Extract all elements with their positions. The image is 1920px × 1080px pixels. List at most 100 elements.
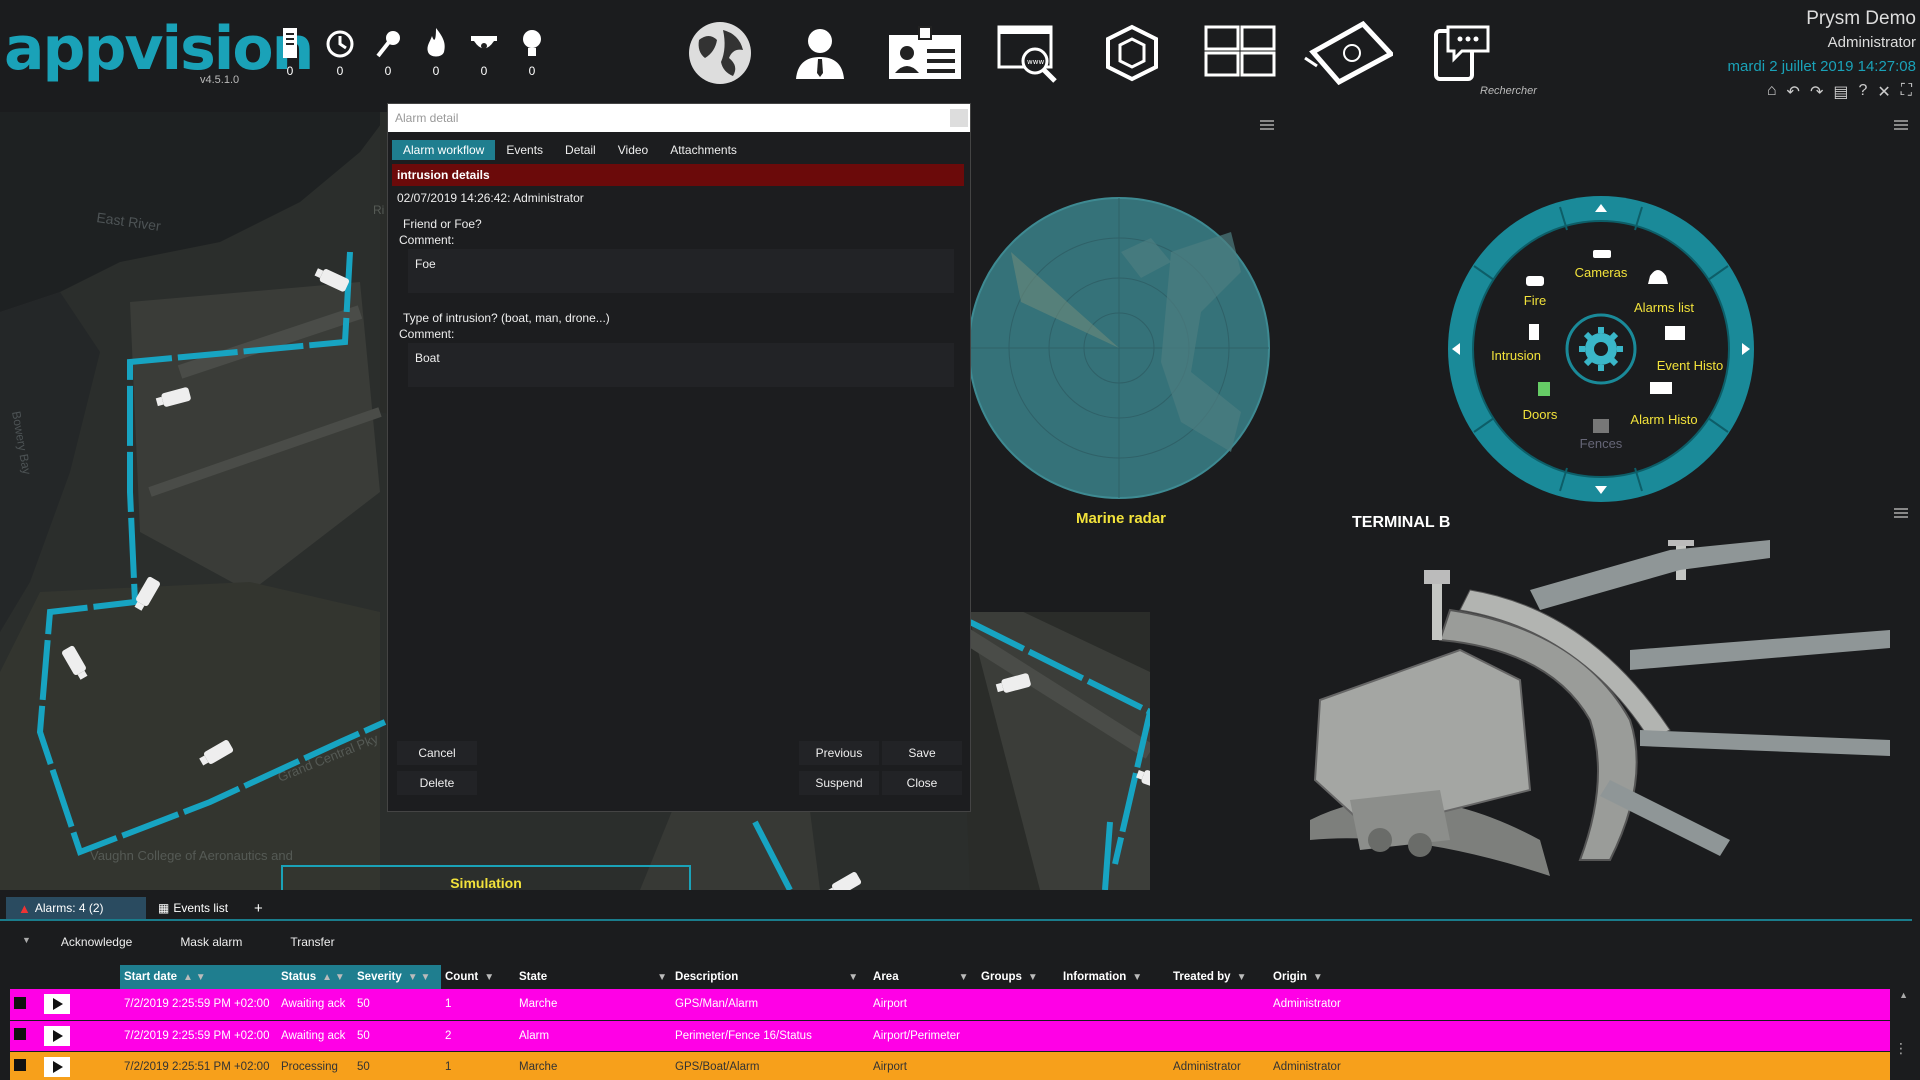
tab-alarms[interactable]: ▲ Alarms: 4 (2): [6, 897, 146, 919]
tools-icon[interactable]: ✕: [1877, 82, 1890, 102]
row-checkbox[interactable]: [14, 1059, 26, 1071]
radar-panel[interactable]: [971, 112, 1281, 612]
back-icon[interactable]: ↶: [1787, 82, 1800, 102]
suspend-button[interactable]: Suspend: [799, 771, 879, 795]
map-3d-icon: [1303, 20, 1396, 91]
3d-module-button[interactable]: [1092, 20, 1172, 90]
mask-alarm-button[interactable]: Mask alarm: [180, 935, 242, 949]
light-counter[interactable]: 0: [512, 26, 552, 78]
col-groups[interactable]: Groups ▼: [977, 965, 1059, 989]
simulation-label[interactable]: Simulation: [450, 875, 522, 890]
col-area[interactable]: Area ▼: [869, 965, 977, 989]
search-field[interactable]: Rechercher: [1480, 85, 1537, 97]
wheel-item-cameras[interactable]: Cameras: [1575, 265, 1628, 280]
svg-text:www: www: [1027, 58, 1044, 66]
scroll-up-icon[interactable]: ▲: [1899, 990, 1908, 1000]
tab-detail[interactable]: Detail: [554, 140, 607, 160]
video-play-icon[interactable]: [44, 1025, 70, 1046]
delete-button[interactable]: Delete: [397, 771, 477, 795]
map-menu-icon[interactable]: [1260, 120, 1274, 130]
dialog-close-button[interactable]: [950, 109, 968, 127]
row-checkbox[interactable]: [14, 996, 26, 1009]
person-module-button[interactable]: [780, 20, 860, 90]
col-treated-by[interactable]: Treated by ▼: [1169, 965, 1269, 989]
terminal-menu-icon[interactable]: [1894, 508, 1908, 518]
col-severity[interactable]: Severity ▼ ▼: [353, 965, 441, 989]
save-button[interactable]: Save: [882, 741, 962, 765]
wheel-item-event-histo[interactable]: Event Histo: [1657, 358, 1723, 373]
door-icon: [1538, 382, 1550, 396]
add-tab-button[interactable]: +: [240, 897, 277, 919]
terminal-b-3d-model[interactable]: [1290, 540, 1890, 890]
table-row[interactable]: 7/2/2019 2:25:51 PM +02:00 Processing 50…: [10, 1051, 1890, 1080]
wheel-item-alarm-histo[interactable]: Alarm Histo: [1630, 412, 1697, 427]
tab-alarm-workflow[interactable]: Alarm workflow: [392, 140, 496, 160]
camera-counter[interactable]: 0: [464, 26, 504, 78]
transfer-button[interactable]: Transfer: [290, 935, 334, 949]
globe-module-button[interactable]: [680, 20, 760, 90]
fire-counter[interactable]: 0: [416, 26, 456, 78]
chat-module-button[interactable]: [1420, 20, 1500, 90]
settings-icon[interactable]: ▤: [1833, 82, 1848, 102]
badge-module-button[interactable]: [885, 20, 965, 90]
server-counter[interactable]: 0: [270, 26, 310, 78]
filter-icon: ▼: [1132, 972, 1143, 983]
answer-field-1[interactable]: Foe: [408, 249, 954, 293]
wheel-item-intrusion[interactable]: Intrusion: [1491, 348, 1541, 363]
tab-underline: [0, 919, 1912, 921]
alarm-actions: ▼ Acknowledge Mask alarm Transfer: [22, 935, 383, 949]
col-origin[interactable]: Origin ▼: [1269, 965, 1890, 989]
table-row[interactable]: 7/2/2019 2:25:59 PM +02:00 Awaiting ack …: [10, 989, 1890, 1021]
web-search-icon: www: [995, 21, 1065, 90]
sort-filter-icon: ▲ ▼: [183, 972, 206, 983]
home-icon[interactable]: ⌂: [1767, 82, 1777, 102]
collapse-icon[interactable]: ▼: [22, 935, 31, 949]
fire-detector-icon: [1526, 276, 1544, 286]
map-label-vaughn-college: Vaughn College of Aeronautics and: [90, 848, 293, 863]
col-state[interactable]: State ▼: [515, 965, 671, 989]
cancel-button[interactable]: Cancel: [397, 741, 477, 765]
tab-attachments[interactable]: Attachments: [659, 140, 748, 160]
tab-events-list[interactable]: ▦ Events list: [146, 897, 240, 919]
badge-icon: [887, 25, 963, 86]
video-wall-module-button[interactable]: [1200, 20, 1280, 90]
tab-video[interactable]: Video: [607, 140, 659, 160]
answer-field-2[interactable]: Boat: [408, 343, 954, 387]
wheel-item-alarms-list[interactable]: Alarms list: [1634, 300, 1694, 315]
col-description[interactable]: Description ▼: [671, 965, 869, 989]
video-play-icon[interactable]: [44, 1056, 70, 1077]
previous-button[interactable]: Previous: [799, 741, 879, 765]
alarm-table: Start date ▲ ▼ Status ▲ ▼ Severity ▼ ▼ Coun…: [10, 965, 1890, 1080]
forward-icon[interactable]: ↷: [1810, 82, 1823, 102]
table-row[interactable]: 7/2/2019 2:25:59 PM +02:00 Awaiting ack …: [10, 1020, 1890, 1052]
acknowledge-button[interactable]: Acknowledge: [61, 935, 132, 949]
key-counter[interactable]: 0: [368, 26, 408, 78]
dialog-tabs: Alarm workflow Events Detail Video Attac…: [392, 140, 748, 160]
help-icon[interactable]: ?: [1858, 82, 1867, 102]
navigation-wheel[interactable]: Cameras Fire Alarms list Intrusion Event…: [1438, 194, 1764, 504]
row-checkbox[interactable]: [14, 1028, 26, 1040]
filter-icon: ▼: [1236, 972, 1247, 983]
fullscreen-icon[interactable]: ⛶: [1901, 82, 1912, 102]
col-start-date[interactable]: Start date ▲ ▼: [120, 965, 277, 989]
col-status[interactable]: Status ▲ ▼: [277, 965, 353, 989]
timer-counter[interactable]: 0: [320, 26, 360, 78]
map-3d-module-button[interactable]: [1304, 20, 1396, 90]
wheel-item-fences[interactable]: Fences: [1580, 436, 1623, 451]
close-button[interactable]: Close: [882, 771, 962, 795]
map-label-ri: Ri: [373, 203, 384, 217]
video-wall-icon: [1203, 23, 1277, 88]
web-search-module-button[interactable]: www: [990, 20, 1070, 90]
wheel-item-doors[interactable]: Doors: [1523, 407, 1558, 422]
timer-icon: [320, 26, 360, 62]
wheel-menu-icon[interactable]: [1894, 120, 1908, 130]
col-count[interactable]: Count ▼: [441, 965, 515, 989]
tab-events[interactable]: Events: [495, 140, 554, 160]
wheel-item-fire[interactable]: Fire: [1524, 293, 1546, 308]
dialog-title: Alarm detail: [388, 104, 970, 132]
video-play-icon[interactable]: [44, 994, 70, 1015]
filter-icon: ▼: [657, 972, 668, 983]
current-datetime: mardi 2 juillet 2019 14:27:08: [1727, 58, 1916, 75]
col-information[interactable]: Information ▼: [1059, 965, 1169, 989]
more-options-icon[interactable]: ⋮: [1894, 1040, 1908, 1057]
